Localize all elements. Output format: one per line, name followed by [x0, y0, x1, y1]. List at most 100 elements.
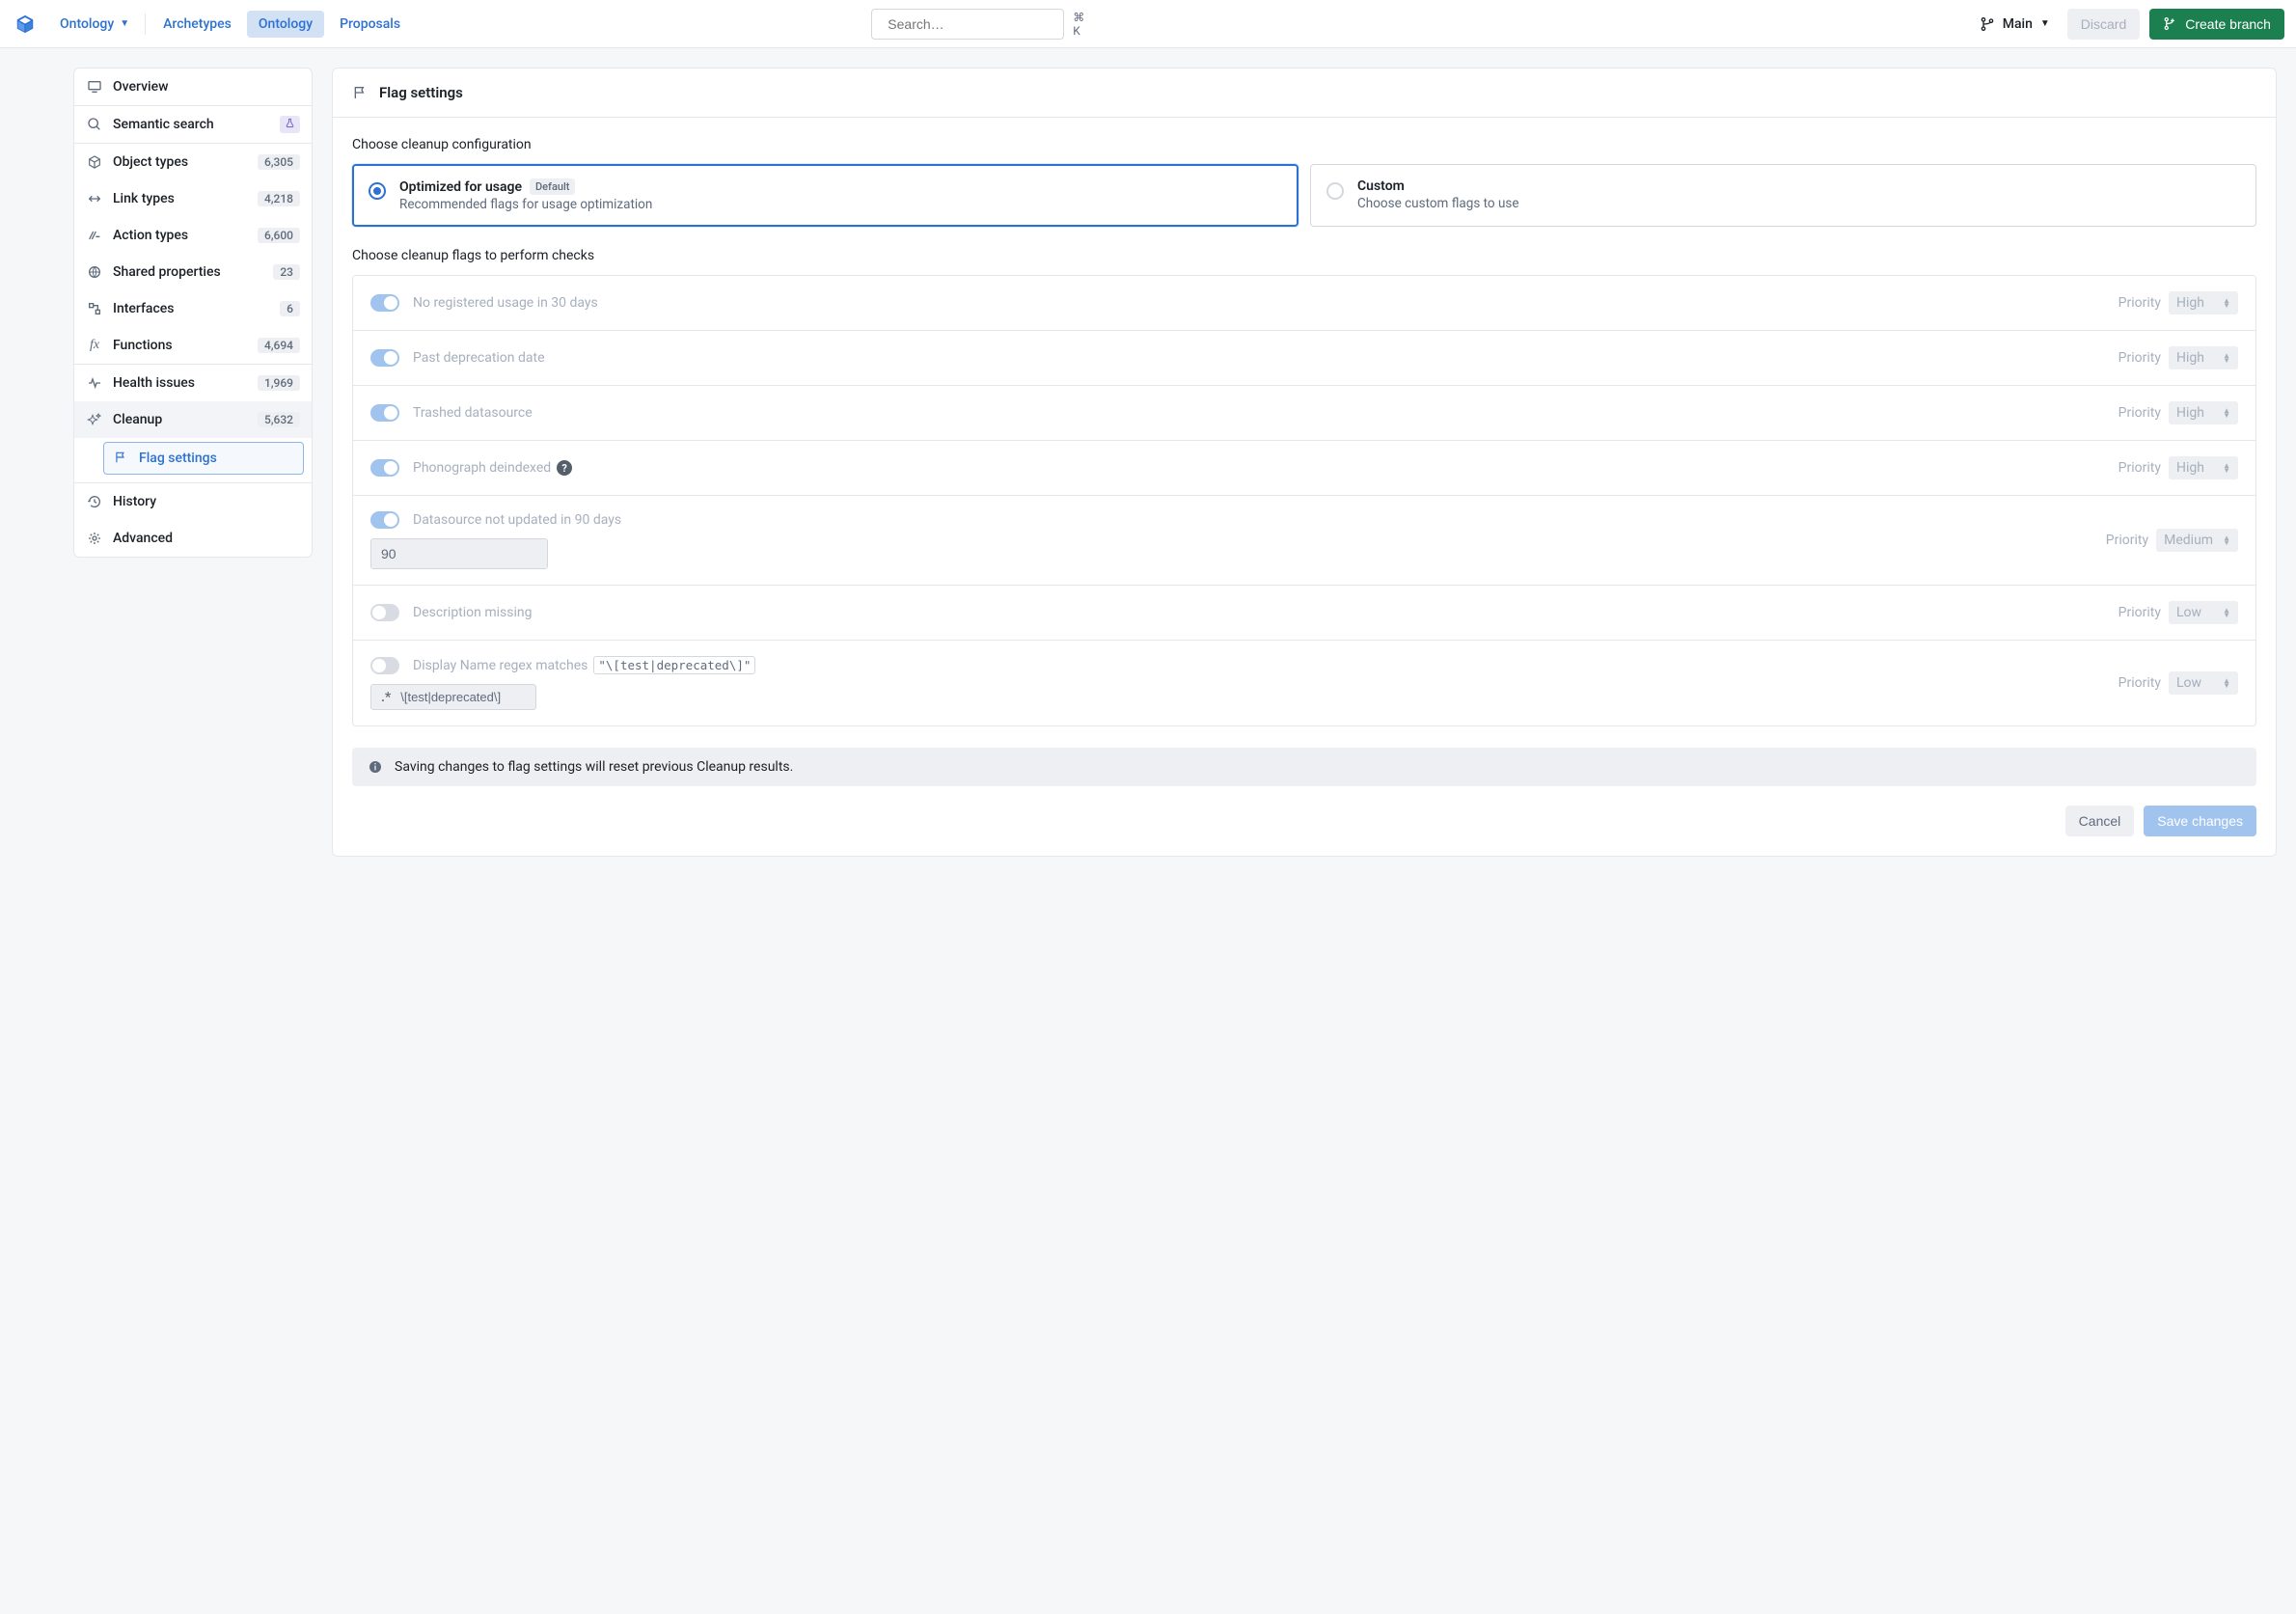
cube-icon: [86, 153, 103, 171]
help-icon[interactable]: ?: [557, 460, 572, 476]
monitor-icon: [86, 78, 103, 96]
flag-toggle[interactable]: [370, 511, 399, 529]
search-input[interactable]: [886, 15, 1064, 33]
divider: [145, 14, 146, 35]
sidebar-item-cleanup[interactable]: Cleanup 5,632: [74, 401, 312, 438]
sidebar-item-object-types[interactable]: Object types 6,305: [74, 144, 312, 180]
flag-label: No registered usage in 30 days: [413, 295, 598, 311]
flags-section-label: Choose cleanup flags to perform checks: [352, 248, 2256, 263]
flag-row: No registered usage in 30 days Priority …: [353, 276, 2255, 331]
days-input-wrap[interactable]: ▲ ▼: [370, 538, 548, 569]
branch-dropdown[interactable]: Main ▼: [1972, 11, 2058, 38]
config-card-desc: Choose custom flags to use: [1357, 196, 1519, 211]
default-tag: Default: [530, 178, 575, 195]
flag-label: Description missing: [413, 605, 532, 620]
sidebar-item-functions[interactable]: fx Functions 4,694: [74, 327, 312, 364]
sidebar-item-link-types[interactable]: Link types 4,218: [74, 180, 312, 217]
priority-select[interactable]: Medium ▲▼: [2156, 529, 2238, 552]
tab-ontology[interactable]: Ontology: [247, 11, 324, 38]
branch-label: Main: [2003, 16, 2033, 32]
app-logo: [12, 11, 39, 38]
priority-select[interactable]: High ▲▼: [2169, 401, 2238, 424]
branch-icon: [1980, 16, 1995, 32]
flag-row: Display Name regex matches "\[test|depre…: [353, 641, 2255, 725]
regex-input-wrap[interactable]: .*: [370, 684, 536, 710]
page-title: Flag settings: [379, 84, 463, 101]
flags-panel: No registered usage in 30 days Priority …: [352, 275, 2256, 726]
info-icon: [368, 759, 383, 775]
sidebar-item-health-issues[interactable]: Health issues 1,969: [74, 365, 312, 401]
count-badge: 4,694: [258, 338, 300, 353]
flag-toggle[interactable]: [370, 459, 399, 477]
flag-toggle[interactable]: [370, 657, 399, 674]
flag-row: Datasource not updated in 90 days ▲ ▼: [353, 496, 2255, 586]
sort-icon: ▲▼: [2223, 408, 2230, 418]
flag-toggle[interactable]: [370, 604, 399, 621]
sidebar-item-label: Interfaces: [113, 301, 270, 316]
discard-button[interactable]: Discard: [2067, 9, 2140, 40]
tab-proposals[interactable]: Proposals: [328, 11, 412, 38]
history-icon: [86, 493, 103, 510]
priority-label: Priority: [2106, 533, 2148, 548]
flag-label: Datasource not updated in 90 days: [413, 512, 621, 528]
flag-label: Trashed datasource: [413, 405, 533, 421]
save-changes-button[interactable]: Save changes: [2144, 806, 2256, 836]
regex-input[interactable]: [398, 689, 572, 705]
sort-icon: ▲▼: [2223, 463, 2230, 473]
sort-icon: ▲▼: [2223, 678, 2230, 688]
top-nav-tabs: Archetypes Ontology Proposals: [151, 11, 412, 38]
workspace-dropdown[interactable]: Ontology ▼: [50, 11, 139, 38]
cancel-button[interactable]: Cancel: [2065, 806, 2135, 836]
days-input[interactable]: [371, 539, 548, 568]
priority-label: Priority: [2118, 675, 2161, 691]
count-badge: 5,632: [258, 412, 300, 427]
count-badge: 6: [280, 301, 300, 316]
sidebar-item-overview[interactable]: Overview: [74, 68, 312, 105]
sidebar-item-label: History: [113, 494, 300, 509]
config-section-label: Choose cleanup configuration: [352, 137, 2256, 152]
priority-label: Priority: [2118, 295, 2161, 311]
flag-label: Phonograph deindexed ?: [413, 460, 572, 476]
regex-tag: "\[test|deprecated\]": [593, 656, 755, 674]
callout-text: Saving changes to flag settings will res…: [395, 759, 793, 775]
sidebar-item-label: Semantic search: [113, 117, 270, 132]
config-card-optimized[interactable]: Optimized for usage Default Recommended …: [352, 164, 1298, 227]
action-icon: [86, 227, 103, 244]
sidebar-item-shared-properties[interactable]: Shared properties 23: [74, 254, 312, 290]
flag-row: Phonograph deindexed ? Priority High ▲▼: [353, 441, 2255, 496]
globe-icon: [86, 263, 103, 281]
priority-label: Priority: [2118, 460, 2161, 476]
sidebar-subitem-flag-settings[interactable]: Flag settings: [103, 442, 304, 475]
priority-select[interactable]: Low ▲▼: [2169, 601, 2238, 624]
sidebar-item-interfaces[interactable]: Interfaces 6: [74, 290, 312, 327]
sidebar-item-history[interactable]: History: [74, 483, 312, 520]
sidebar-item-label: Overview: [113, 79, 300, 95]
sidebar-item-semantic-search[interactable]: Semantic search: [74, 106, 312, 143]
function-icon: fx: [86, 337, 103, 354]
sidebar-item-advanced[interactable]: Advanced: [74, 520, 312, 557]
search-input-wrap[interactable]: ⌘ K: [871, 9, 1064, 40]
branch-icon: [2163, 16, 2177, 31]
flag-toggle[interactable]: [370, 349, 399, 367]
priority-select[interactable]: Low ▲▼: [2169, 671, 2238, 695]
regex-icon: .*: [381, 690, 391, 705]
priority-select[interactable]: High ▲▼: [2169, 456, 2238, 479]
pulse-icon: [86, 374, 103, 392]
flag-toggle[interactable]: [370, 404, 399, 422]
config-card-custom[interactable]: Custom Choose custom flags to use: [1310, 164, 2256, 227]
sidebar-subitem-label: Flag settings: [139, 451, 217, 466]
count-badge: 4,218: [258, 191, 300, 206]
count-badge: 1,969: [258, 375, 300, 391]
flag-row: Past deprecation date Priority High ▲▼: [353, 331, 2255, 386]
priority-select[interactable]: High ▲▼: [2169, 346, 2238, 369]
info-callout: Saving changes to flag settings will res…: [352, 748, 2256, 786]
sidebar-item-label: Health issues: [113, 375, 248, 391]
tab-archetypes[interactable]: Archetypes: [151, 11, 243, 38]
priority-select[interactable]: High ▲▼: [2169, 291, 2238, 315]
sort-icon: ▲▼: [2223, 353, 2230, 363]
flag-toggle[interactable]: [370, 294, 399, 312]
radio-icon: [1326, 182, 1344, 200]
sidebar-item-action-types[interactable]: Action types 6,600: [74, 217, 312, 254]
experiment-badge: [280, 116, 300, 133]
create-branch-button[interactable]: Create branch: [2149, 9, 2284, 40]
